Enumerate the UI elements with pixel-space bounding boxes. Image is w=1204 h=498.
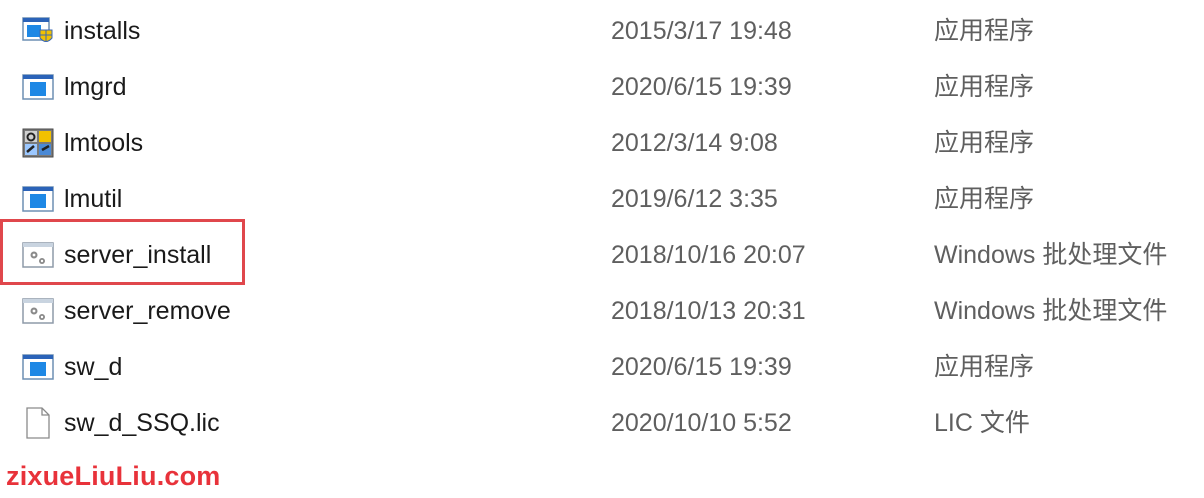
- file-type: 应用程序: [934, 353, 1035, 381]
- watermark: zixueLiuLiu.com: [6, 461, 221, 491]
- batch-file-icon: [22, 295, 54, 327]
- name-cell: lmtools: [22, 115, 143, 171]
- installer-shield-icon: [22, 15, 54, 47]
- modified-date: 2019/6/12 3:35: [611, 185, 778, 213]
- modified-date: 2018/10/13 20:31: [611, 297, 806, 325]
- modified-date: 2020/6/15 19:39: [611, 73, 792, 101]
- file-type: 应用程序: [934, 73, 1035, 101]
- file-row[interactable]: lmtools 2012/3/14 9:08 应用程序: [0, 115, 1204, 171]
- name-cell: sw_d_SSQ.lic: [22, 395, 220, 451]
- application-icon: [22, 71, 54, 103]
- file-type: 应用程序: [934, 185, 1035, 213]
- file-type: Windows 批处理文件: [934, 297, 1168, 325]
- file-row[interactable]: sw_d 2020/6/15 19:39 应用程序: [0, 339, 1204, 395]
- modified-date: 2020/6/15 19:39: [611, 353, 792, 381]
- file-name: lmutil: [64, 184, 123, 213]
- file-row[interactable]: sw_d_SSQ.lic 2020/10/10 5:52 LIC 文件: [0, 395, 1204, 451]
- blank-file-icon: [22, 407, 54, 439]
- file-type: LIC 文件: [934, 409, 1030, 437]
- file-name: lmgrd: [64, 72, 127, 101]
- modified-date: 2012/3/14 9:08: [611, 129, 778, 157]
- tools-app-icon: [22, 127, 54, 159]
- file-name: server_remove: [64, 296, 231, 325]
- file-row[interactable]: lmgrd 2020/6/15 19:39 应用程序: [0, 59, 1204, 115]
- modified-date: 2015/3/17 19:48: [611, 17, 792, 45]
- name-cell: lmgrd: [22, 59, 127, 115]
- application-icon: [22, 351, 54, 383]
- file-name: sw_d: [64, 352, 123, 381]
- name-cell: sw_d: [22, 339, 122, 395]
- file-type: 应用程序: [934, 17, 1035, 45]
- file-row[interactable]: installs 2015/3/17 19:48 应用程序: [0, 3, 1204, 59]
- name-cell: installs: [22, 3, 140, 59]
- highlight-box: [0, 219, 245, 285]
- modified-date: 2020/10/10 5:52: [611, 409, 792, 437]
- modified-date: 2018/10/16 20:07: [611, 241, 806, 269]
- application-icon: [22, 183, 54, 215]
- file-name: sw_d_SSQ.lic: [64, 408, 220, 437]
- file-type: 应用程序: [934, 129, 1035, 157]
- file-name: lmtools: [64, 128, 144, 157]
- file-name: installs: [64, 16, 141, 45]
- file-type: Windows 批处理文件: [934, 241, 1168, 269]
- file-row[interactable]: server_remove 2018/10/13 20:31 Windows 批…: [0, 283, 1204, 339]
- name-cell: server_remove: [22, 283, 231, 339]
